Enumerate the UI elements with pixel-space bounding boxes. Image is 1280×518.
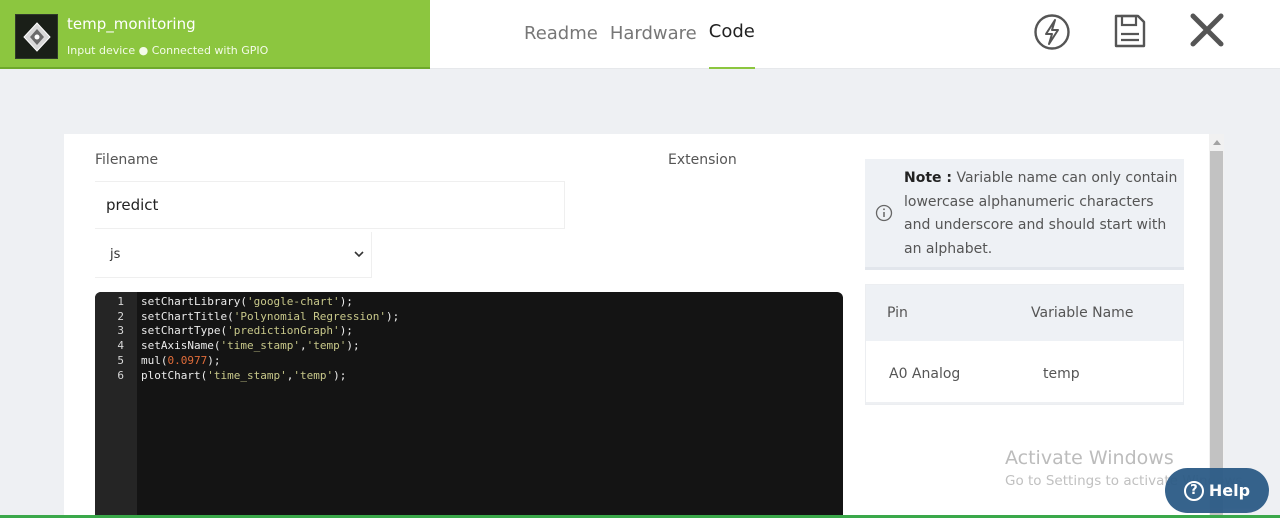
code-token: ); [333, 368, 347, 382]
code-token: ); [207, 353, 221, 367]
line-number: 2 [117, 309, 124, 323]
note-box: Note : Variable name can only contain lo… [865, 159, 1184, 270]
filename-label: Filename [95, 152, 159, 168]
pin-table: Pin Variable Name A0 Analog temp [865, 284, 1184, 405]
line-number: 1 [117, 295, 124, 308]
code-token: setAxisName( [141, 339, 221, 353]
code-string: 'temp' [306, 339, 347, 353]
code-line: 5 mul(0.0977); [95, 353, 220, 369]
code-text: setChartType('predictionGraph'); [141, 324, 353, 339]
tab-code[interactable]: Code [708, 0, 755, 69]
code-text: plotChart('time_stamp','temp'); [141, 369, 346, 384]
chevron-down-icon [354, 251, 364, 258]
code-token: ); [346, 339, 360, 353]
note-label: Note : [904, 170, 952, 186]
code-text: setChartLibrary('google-chart'); [141, 295, 353, 310]
device-name: temp_monitoring [67, 15, 196, 33]
device-board-icon [22, 21, 51, 52]
code-string: 'temp' [293, 368, 334, 382]
flash-button[interactable] [1032, 12, 1072, 52]
save-button[interactable] [1110, 11, 1150, 51]
scrollbar-thumb[interactable] [1210, 151, 1223, 518]
code-line: 2 setChartTitle('Polynomial Regression'); [95, 309, 399, 325]
code-token: setChartLibrary( [141, 295, 247, 308]
code-token: ); [339, 295, 353, 308]
flash-icon [1034, 14, 1070, 50]
code-token: ); [386, 309, 400, 323]
line-number: 4 [117, 339, 124, 353]
code-token: setChartTitle( [141, 309, 234, 323]
code-number: 0.0977 [167, 353, 208, 367]
pin-column-header: Pin [887, 305, 908, 321]
code-text: setChartTitle('Polynomial Regression'); [141, 310, 399, 325]
code-string: 'time_stamp' [207, 368, 287, 382]
tab-readme[interactable]: Readme [524, 0, 598, 69]
extension-select[interactable]: js [95, 232, 372, 278]
info-icon [875, 204, 893, 222]
code-line: 6 plotChart('time_stamp','temp'); [95, 368, 346, 384]
variable-cell: temp [1043, 366, 1080, 382]
line-number: 5 [117, 353, 124, 367]
code-string: 'google-chart' [246, 295, 340, 308]
code-text: mul(0.0977); [141, 354, 221, 369]
code-string: 'Polynomial Regression' [233, 309, 387, 323]
scroll-up-arrow-icon[interactable] [1213, 140, 1221, 145]
code-line: 3 setChartType('predictionGraph'); [95, 324, 353, 339]
code-token: plotChart( [141, 368, 208, 382]
code-token: mul( [141, 353, 168, 367]
table-row: A0 Analog temp [866, 341, 1183, 404]
code-token: ); [339, 324, 353, 338]
code-text: setAxisName('time_stamp','temp'); [141, 339, 360, 354]
close-button[interactable] [1187, 10, 1227, 50]
activate-windows-title: Activate Windows [1005, 447, 1174, 469]
code-string: 'time_stamp' [220, 339, 300, 353]
note-text: Note : Variable name can only contain lo… [904, 167, 1179, 261]
code-token: , [299, 339, 307, 353]
code-line: 1 setChartLibrary('google-chart'); [95, 295, 353, 310]
line-number: 6 [117, 368, 124, 382]
pin-cell: A0 Analog [889, 366, 961, 382]
device-status: Input device ● Connected with GPIO [67, 44, 269, 57]
code-lines: 1 setChartLibrary('google-chart'); 2 setCha… [95, 295, 399, 384]
help-label: Help [1208, 481, 1251, 500]
help-button[interactable]: ? Help [1165, 468, 1269, 513]
help-question-icon: ? [1183, 480, 1204, 501]
tab-hardware[interactable]: Hardware [610, 0, 697, 69]
line-number: 3 [117, 324, 124, 338]
top-header: temp_monitoring Input device ● Connected… [0, 0, 1280, 69]
device-info-panel: temp_monitoring Input device ● Connected… [0, 0, 430, 69]
code-line: 4 setAxisName('time_stamp','temp'); [95, 339, 359, 354]
extension-label: Extension [668, 152, 737, 168]
extension-select-value: js [110, 247, 121, 262]
save-icon [1114, 14, 1146, 48]
code-editor[interactable]: 1 setChartLibrary('google-chart'); 2 setCha… [95, 292, 843, 518]
code-string: 'predictionGraph' [227, 324, 340, 338]
device-thumbnail [15, 14, 58, 59]
close-icon [1190, 13, 1224, 47]
tab-bar: Readme Hardware Code [524, 0, 767, 69]
code-token: setChartType( [141, 324, 228, 338]
variable-column-header: Variable Name [1031, 305, 1134, 321]
pin-table-header: Pin Variable Name [866, 285, 1183, 341]
filename-input[interactable]: predict [95, 181, 565, 229]
